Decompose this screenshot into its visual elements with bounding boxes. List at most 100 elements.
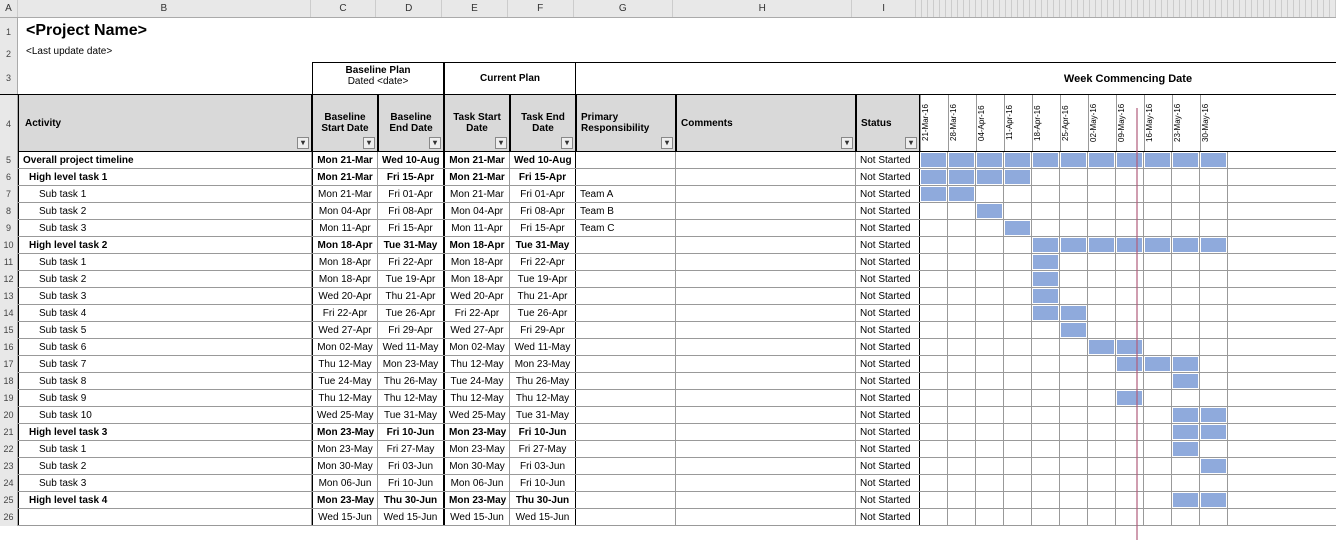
gantt-cell[interactable]: [976, 509, 1004, 525]
cell-activity[interactable]: Sub task 2: [18, 271, 312, 287]
gantt-cell[interactable]: [1172, 254, 1200, 270]
gantt-cell[interactable]: [1172, 305, 1200, 321]
cell-tend[interactable]: Mon 23-May: [510, 356, 576, 372]
gantt-cell[interactable]: [920, 373, 948, 389]
gantt-cell[interactable]: [920, 441, 948, 457]
gantt-cell[interactable]: [1116, 441, 1144, 457]
gantt-cell[interactable]: [948, 288, 976, 304]
gantt-cell[interactable]: [1200, 220, 1228, 236]
gantt-cell[interactable]: [1032, 305, 1060, 321]
cell-bstart[interactable]: Wed 15-Jun: [312, 509, 378, 525]
gantt-cell[interactable]: [920, 492, 948, 508]
cell-activity[interactable]: Sub task 2: [18, 458, 312, 474]
cell-comments[interactable]: [676, 186, 856, 202]
gantt-cell[interactable]: [1200, 373, 1228, 389]
cell-status[interactable]: Not Started: [856, 390, 920, 406]
cell-tstart[interactable]: Thu 12-May: [444, 390, 510, 406]
cell-bend[interactable]: Fri 10-Jun: [378, 424, 444, 440]
gantt-cell[interactable]: [1088, 424, 1116, 440]
gantt-cell[interactable]: [948, 305, 976, 321]
col-header-c[interactable]: C: [311, 0, 377, 17]
gantt-cell[interactable]: [1172, 220, 1200, 236]
cell-tend[interactable]: Wed 11-May: [510, 339, 576, 355]
cell-primary[interactable]: [576, 509, 676, 525]
gantt-cell[interactable]: [1088, 169, 1116, 185]
gantt-cell[interactable]: [920, 339, 948, 355]
row-header-26[interactable]: 26: [0, 509, 18, 526]
gantt-cell[interactable]: [1200, 305, 1228, 321]
gantt-cell[interactable]: [1172, 356, 1200, 372]
cell-tend[interactable]: Tue 31-May: [510, 237, 576, 253]
cell-activity[interactable]: [18, 509, 312, 525]
cell-comments[interactable]: [676, 203, 856, 219]
cell-bend[interactable]: Mon 23-May: [378, 356, 444, 372]
gantt-cell[interactable]: [1144, 305, 1172, 321]
gantt-cell[interactable]: [1004, 322, 1032, 338]
cell-primary[interactable]: [576, 458, 676, 474]
gantt-cell[interactable]: [1144, 203, 1172, 219]
gantt-cell[interactable]: [976, 322, 1004, 338]
gantt-cell[interactable]: [1032, 441, 1060, 457]
gantt-cell[interactable]: [1060, 322, 1088, 338]
gantt-cell[interactable]: [976, 288, 1004, 304]
row-header-10[interactable]: 10: [0, 237, 18, 254]
cell-primary[interactable]: Team B: [576, 203, 676, 219]
gantt-cell[interactable]: [948, 373, 976, 389]
cell-bstart[interactable]: Tue 24-May: [312, 373, 378, 389]
row-header-4[interactable]: 4: [0, 95, 18, 153]
cell-primary[interactable]: [576, 475, 676, 491]
cell-bend[interactable]: Fri 29-Apr: [378, 322, 444, 338]
cell-comments[interactable]: [676, 492, 856, 508]
gantt-cell[interactable]: [1200, 254, 1228, 270]
gantt-cell[interactable]: [1088, 339, 1116, 355]
gantt-cell[interactable]: [976, 424, 1004, 440]
gantt-cell[interactable]: [1144, 186, 1172, 202]
gantt-cell[interactable]: [1200, 475, 1228, 491]
gantt-cell[interactable]: [976, 169, 1004, 185]
gantt-cell[interactable]: [1172, 186, 1200, 202]
cell-activity[interactable]: Sub task 1: [18, 441, 312, 457]
gantt-cell[interactable]: [1172, 509, 1200, 525]
cell-status[interactable]: Not Started: [856, 356, 920, 372]
cell-bend[interactable]: Thu 30-Jun: [378, 492, 444, 508]
cell-comments[interactable]: [676, 237, 856, 253]
cell-activity[interactable]: High level task 4: [18, 492, 312, 508]
gantt-cell[interactable]: [1088, 271, 1116, 287]
gantt-cell[interactable]: [1116, 203, 1144, 219]
cell-status[interactable]: Not Started: [856, 458, 920, 474]
cell-comments[interactable]: [676, 475, 856, 491]
gantt-cell[interactable]: [1200, 203, 1228, 219]
gantt-cell[interactable]: [976, 356, 1004, 372]
gantt-cell[interactable]: [1004, 509, 1032, 525]
gantt-cell[interactable]: [1088, 441, 1116, 457]
gantt-cell[interactable]: [948, 322, 976, 338]
cell-bstart[interactable]: Thu 12-May: [312, 356, 378, 372]
cell-bend[interactable]: Fri 15-Apr: [378, 169, 444, 185]
gantt-cell[interactable]: [1172, 475, 1200, 491]
row-header-21[interactable]: 21: [0, 424, 18, 441]
gantt-cell[interactable]: [1032, 492, 1060, 508]
cell-bend[interactable]: Tue 19-Apr: [378, 271, 444, 287]
gantt-cell[interactable]: [976, 254, 1004, 270]
gantt-cell[interactable]: [1200, 322, 1228, 338]
cell-comments[interactable]: [676, 509, 856, 525]
gantt-cell[interactable]: [1088, 305, 1116, 321]
gantt-cell[interactable]: [1116, 305, 1144, 321]
gantt-cell[interactable]: [1004, 254, 1032, 270]
cell-bstart[interactable]: Mon 30-May: [312, 458, 378, 474]
cell-comments[interactable]: [676, 169, 856, 185]
gantt-cell[interactable]: [1060, 390, 1088, 406]
filter-comments-icon[interactable]: ▾: [841, 137, 853, 149]
gantt-cell[interactable]: [1004, 407, 1032, 423]
gantt-cell[interactable]: [1172, 441, 1200, 457]
gantt-cell[interactable]: [1032, 458, 1060, 474]
gantt-cell[interactable]: [1116, 322, 1144, 338]
gantt-cell[interactable]: [920, 237, 948, 253]
cell-comments[interactable]: [676, 152, 856, 168]
gantt-cell[interactable]: [1200, 424, 1228, 440]
gantt-cell[interactable]: [1144, 220, 1172, 236]
cell-bend[interactable]: Wed 10-Aug: [378, 152, 444, 168]
cell-bstart[interactable]: Mon 18-Apr: [312, 237, 378, 253]
cell-comments[interactable]: [676, 441, 856, 457]
gantt-cell[interactable]: [1032, 186, 1060, 202]
